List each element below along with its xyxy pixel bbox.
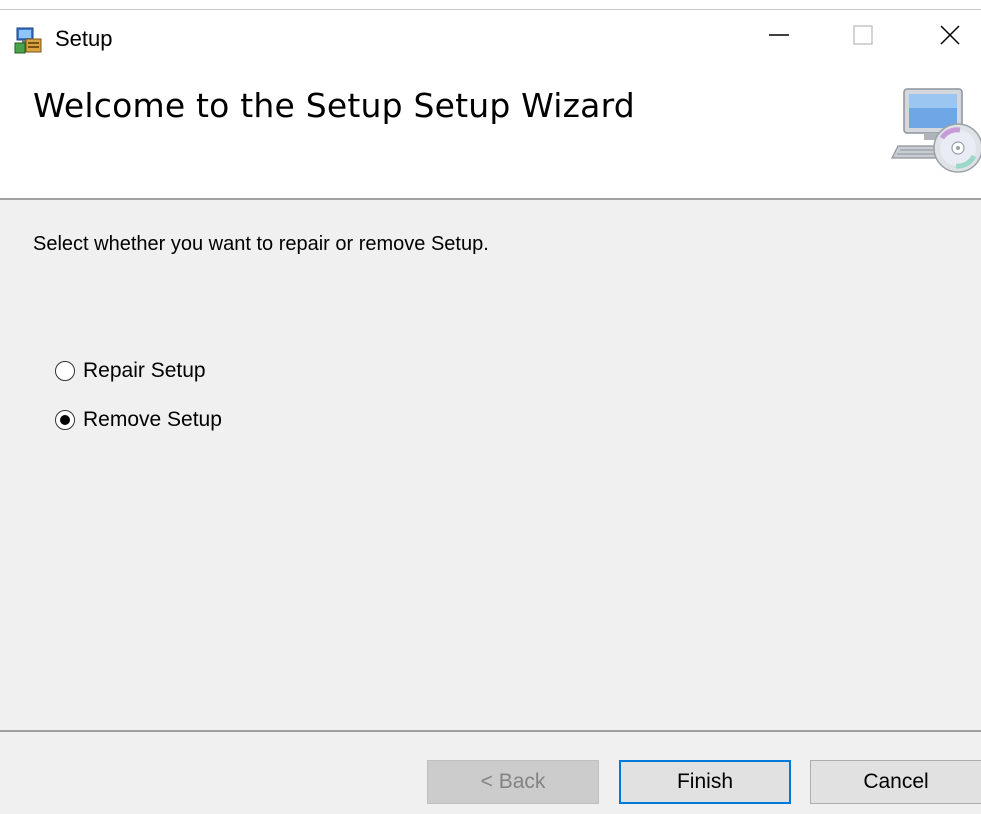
radio-selected-dot: [60, 415, 70, 425]
back-button[interactable]: < Back: [427, 760, 599, 804]
remove-radio[interactable]: [55, 410, 75, 430]
wizard-body: Select whether you want to repair or rem…: [0, 200, 981, 730]
remove-label: Remove Setup: [83, 408, 222, 431]
repair-radio[interactable]: [55, 361, 75, 381]
repair-label: Repair Setup: [83, 359, 206, 382]
minimize-button[interactable]: [748, 10, 810, 64]
setup-installer-icon: [14, 25, 44, 55]
wizard-footer: < Back Finish Cancel: [0, 732, 981, 814]
window-title: Setup: [55, 26, 113, 51]
maximize-button[interactable]: [832, 10, 894, 64]
repair-option[interactable]: Repair Setup: [55, 359, 206, 383]
wizard-heading: Welcome to the Setup Setup Wizard: [33, 86, 635, 125]
setup-window: Setup Welcome to the Setup Setup Wizard: [0, 0, 981, 814]
instruction-text: Select whether you want to repair or rem…: [33, 233, 489, 255]
minimize-icon: [768, 24, 790, 51]
remove-option[interactable]: Remove Setup: [55, 408, 222, 432]
finish-button[interactable]: Finish: [619, 760, 791, 804]
maximize-icon: [852, 24, 874, 51]
title-bar[interactable]: Setup: [0, 10, 981, 64]
cancel-button[interactable]: Cancel: [810, 760, 981, 804]
close-button[interactable]: [919, 10, 981, 64]
wizard-banner: Welcome to the Setup Setup Wizard: [0, 64, 981, 198]
close-icon: [939, 24, 961, 51]
computer-cd-icon: [890, 86, 981, 178]
